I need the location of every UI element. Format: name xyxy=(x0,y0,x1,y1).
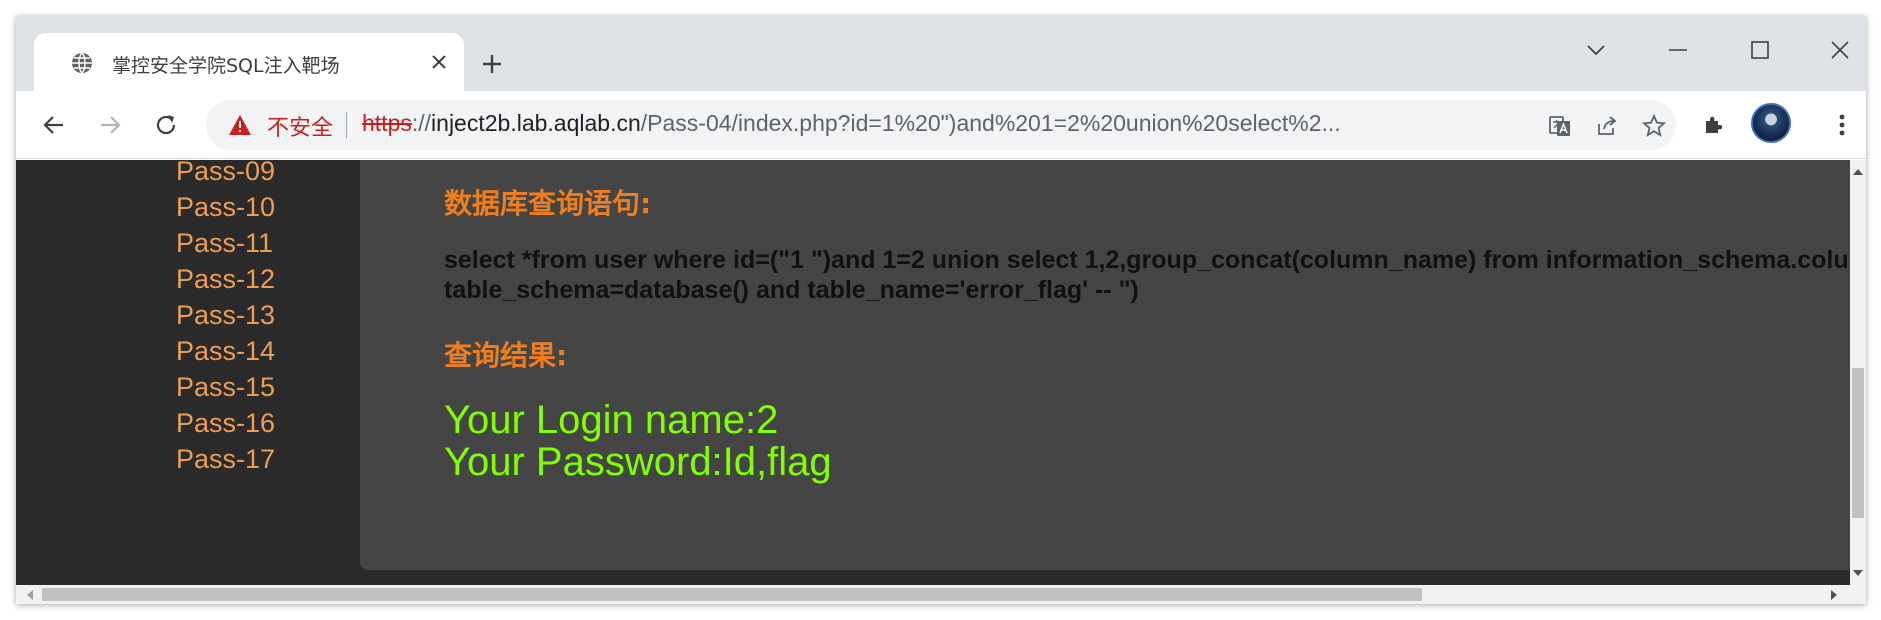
plus-icon[interactable] xyxy=(476,48,508,80)
scroll-down-arrow-icon[interactable] xyxy=(1850,565,1866,581)
share-icon[interactable] xyxy=(1593,112,1621,140)
star-icon[interactable] xyxy=(1640,112,1668,140)
sidebar-item-pass-16[interactable]: Pass-16 xyxy=(176,408,275,439)
security-status-label[interactable]: 不安全 xyxy=(267,110,333,142)
chevron-down-icon[interactable] xyxy=(1568,30,1624,70)
horizontal-scrollbar[interactable] xyxy=(16,585,1866,604)
url-text[interactable]: https://inject2b.lab.aqlab.cn/Pass-04/in… xyxy=(362,110,1341,137)
scroll-left-arrow-icon[interactable] xyxy=(22,587,38,603)
sidebar-item-pass-17[interactable]: Pass-17 xyxy=(176,444,275,475)
sidebar-item-pass-09[interactable]: Pass-09 xyxy=(176,160,275,187)
query-heading: 数据库查询语句: xyxy=(444,187,652,220)
tab-strip: 掌控安全学院SQL注入靶场 xyxy=(16,16,1866,91)
maximize-icon[interactable] xyxy=(1732,30,1788,70)
divider xyxy=(346,112,347,138)
globe-icon xyxy=(70,51,94,75)
warning-triangle-icon[interactable] xyxy=(228,114,252,136)
page-viewport: Pass-09 Pass-10 Pass-11 Pass-12 Pass-13 … xyxy=(16,160,1866,585)
browser-window: 掌控安全学院SQL注入靶场 不安全 https://inject2b.lab.a… xyxy=(16,16,1866,604)
password-result: Your Password:Id,flag xyxy=(444,440,832,484)
sql-query-line-2: table_schema=database() and table_name='… xyxy=(444,276,1139,304)
sidebar: Pass-09 Pass-10 Pass-11 Pass-12 Pass-13 … xyxy=(16,160,360,585)
kebab-menu-icon[interactable] xyxy=(1824,107,1860,143)
sidebar-item-pass-13[interactable]: Pass-13 xyxy=(176,300,275,331)
url-scheme: https xyxy=(362,110,412,136)
sidebar-item-pass-11[interactable]: Pass-11 xyxy=(176,228,273,259)
sidebar-item-pass-14[interactable]: Pass-14 xyxy=(176,336,275,367)
sidebar-item-pass-10[interactable]: Pass-10 xyxy=(176,192,275,223)
horizontal-scroll-thumb[interactable] xyxy=(42,588,1422,601)
close-icon[interactable] xyxy=(426,49,452,75)
minimize-icon[interactable] xyxy=(1650,30,1706,70)
puzzle-icon[interactable] xyxy=(1696,107,1732,143)
window-close-icon[interactable] xyxy=(1812,30,1866,70)
arrow-left-icon[interactable] xyxy=(36,107,72,143)
url-separator: :// xyxy=(411,110,432,136)
scroll-up-arrow-icon[interactable] xyxy=(1850,164,1866,180)
sidebar-item-pass-12[interactable]: Pass-12 xyxy=(176,264,275,295)
arrow-right-icon[interactable] xyxy=(92,107,128,143)
url-path: /Pass-04/index.php?id=1%20")and%201=2%20… xyxy=(640,110,1341,136)
vertical-scrollbar[interactable] xyxy=(1850,160,1866,585)
reload-icon[interactable] xyxy=(148,107,184,143)
vertical-scroll-thumb[interactable] xyxy=(1852,368,1864,518)
browser-tab[interactable]: 掌控安全学院SQL注入靶场 xyxy=(34,33,464,91)
scroll-right-arrow-icon[interactable] xyxy=(1826,587,1842,603)
login-name-result: Your Login name:2 xyxy=(444,398,779,442)
translate-icon[interactable] xyxy=(1546,112,1574,140)
content-panel: 数据库查询语句: select *from user where id=("1 … xyxy=(360,160,1866,570)
address-bar[interactable]: 不安全 https://inject2b.lab.aqlab.cn/Pass-0… xyxy=(206,100,1676,150)
tab-title: 掌控安全学院SQL注入靶场 xyxy=(112,55,340,77)
result-heading: 查询结果: xyxy=(444,339,568,372)
browser-toolbar: 不安全 https://inject2b.lab.aqlab.cn/Pass-0… xyxy=(16,91,1866,159)
url-host: inject2b.lab.aqlab.cn xyxy=(431,110,641,136)
sidebar-item-pass-15[interactable]: Pass-15 xyxy=(176,372,275,403)
avatar[interactable] xyxy=(1751,103,1791,143)
sql-query-line-1: select *from user where id=("1 ")and 1=2… xyxy=(444,246,1866,274)
